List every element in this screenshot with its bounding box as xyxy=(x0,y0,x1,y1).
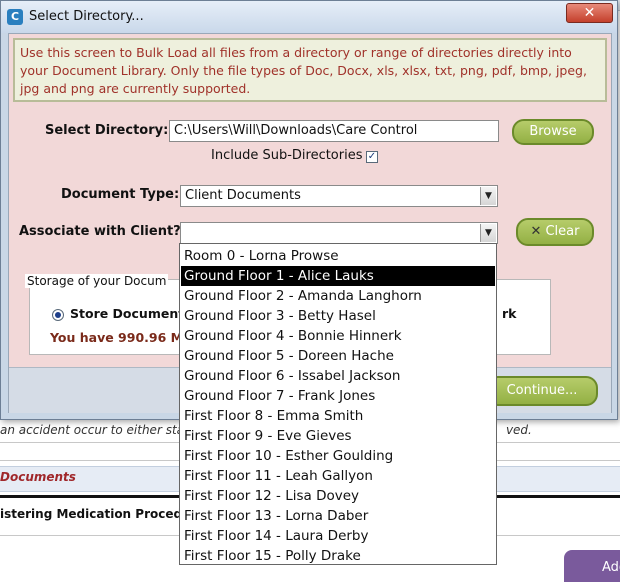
associate-client-label: Associate with Client?: xyxy=(19,224,186,239)
clear-button-label: Clear xyxy=(545,224,580,239)
dropdown-option[interactable]: Ground Floor 2 - Amanda Langhorn xyxy=(181,286,495,306)
document-type-value: Client Documents xyxy=(185,188,301,203)
clear-button[interactable]: ✕ Clear xyxy=(516,218,594,246)
add-button[interactable]: Add xyxy=(564,550,620,582)
title-bar[interactable]: C Select Directory... ✕ xyxy=(1,1,617,33)
info-message: Use this screen to Bulk Load all files f… xyxy=(13,38,607,102)
table-row[interactable]: istering Medication Procedur xyxy=(0,507,197,521)
chevron-down-icon[interactable]: ▼ xyxy=(480,187,496,205)
store-document-option-label-end: rk xyxy=(502,306,517,321)
dropdown-option[interactable]: Ground Floor 4 - Bonnie Hinnerk xyxy=(181,326,495,346)
client-dropdown-list[interactable]: Room 0 - Lorna Prowse Ground Floor 1 - Al… xyxy=(179,243,497,565)
store-document-radio[interactable] xyxy=(52,309,64,321)
document-type-select[interactable]: Client Documents ▼ xyxy=(180,185,498,207)
dropdown-option[interactable]: Ground Floor 6 - Issabel Jackson xyxy=(181,366,495,386)
dropdown-option[interactable]: First Floor 9 - Eve Gieves xyxy=(181,426,495,446)
window-title: Select Directory... xyxy=(29,9,144,24)
chevron-down-icon[interactable]: ▼ xyxy=(480,224,496,242)
include-subdirectories-label: Include Sub-Directories xyxy=(211,148,363,163)
dropdown-option[interactable]: Ground Floor 3 - Betty Hasel xyxy=(181,306,495,326)
close-button[interactable]: ✕ xyxy=(566,3,613,23)
app-icon: C xyxy=(7,9,23,25)
dropdown-option[interactable]: First Floor 11 - Leah Gallyon xyxy=(181,466,495,486)
include-subdirectories-checkbox[interactable]: ✓ xyxy=(366,151,378,163)
section-title: Documents xyxy=(0,470,76,484)
dropdown-option[interactable]: Room 0 - Lorna Prowse xyxy=(181,246,495,266)
continue-button[interactable]: Continue... xyxy=(486,376,598,406)
dropdown-option[interactable]: Ground Floor 5 - Doreen Hache xyxy=(181,346,495,366)
dropdown-option[interactable]: Ground Floor 7 - Frank Jones xyxy=(181,386,495,406)
close-icon: ✕ xyxy=(530,224,542,239)
dropdown-option[interactable]: First Floor 12 - Lisa Dovey xyxy=(181,486,495,506)
select-directory-label: Select Directory: xyxy=(45,123,169,138)
dropdown-option[interactable]: First Floor 8 - Emma Smith xyxy=(181,406,495,426)
storage-group-legend: Storage of your Docum xyxy=(25,274,169,288)
dropdown-option[interactable]: First Floor 10 - Esther Goulding xyxy=(181,446,495,466)
browse-button[interactable]: Browse xyxy=(512,119,594,145)
dropdown-option[interactable]: First Floor 14 - Laura Derby xyxy=(181,526,495,546)
dropdown-option[interactable]: Ground Floor 1 - Alice Lauks xyxy=(181,266,495,286)
associate-client-select[interactable]: ▼ xyxy=(180,222,498,244)
directory-path-input[interactable]: C:\Users\Will\Downloads\Care Control xyxy=(169,120,499,142)
dropdown-option[interactable]: First Floor 13 - Lorna Daber xyxy=(181,506,495,526)
document-type-label: Document Type: xyxy=(61,187,180,202)
dropdown-option[interactable]: First Floor 15 - Polly Drake xyxy=(181,546,495,566)
store-document-option-label: Store Document i xyxy=(70,306,193,321)
